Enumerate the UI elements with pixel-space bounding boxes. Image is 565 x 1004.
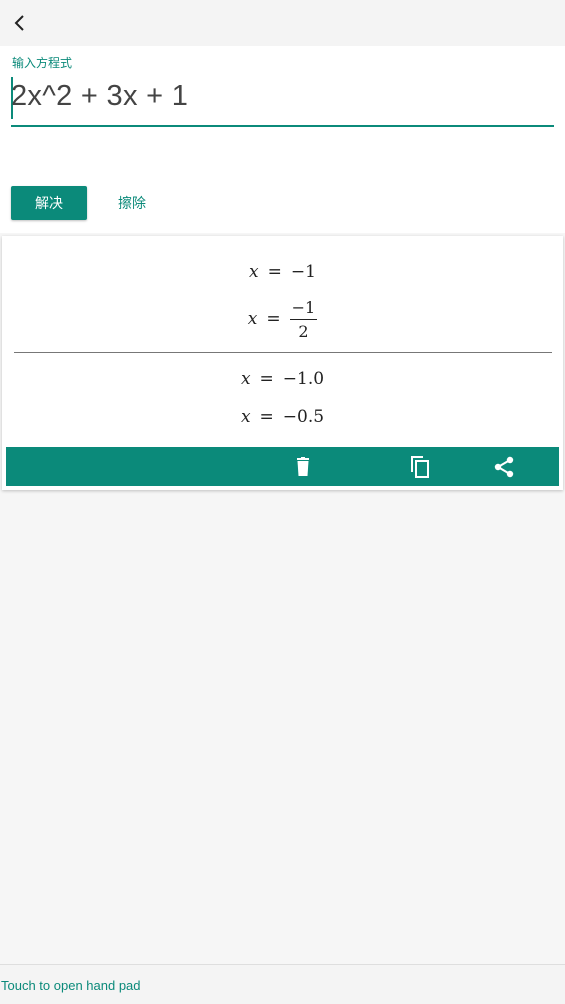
equals-sign: = <box>267 262 282 282</box>
equation-input-value[interactable]: 2x^2 + 3x + 1 <box>11 80 188 113</box>
decimal-solution-2: x = −0.5 <box>2 407 563 427</box>
equation-input-card: 输入方程式 2x^2 + 3x + 1 解决 擦除 <box>0 46 565 233</box>
solution-fraction: −1 2 <box>289 298 318 341</box>
solution-value: −1.0 <box>282 369 325 389</box>
equals-sign: = <box>266 309 281 329</box>
equals-sign: = <box>259 369 274 389</box>
delete-icon <box>297 457 309 476</box>
result-action-bar <box>6 447 559 486</box>
solution-variable: x <box>240 407 251 427</box>
copy-button[interactable] <box>406 453 434 481</box>
hand-pad-bar: Touch to open hand pad <box>0 964 565 1004</box>
equation-input-label: 输入方程式 <box>12 56 73 70</box>
solution-variable: x <box>249 262 259 282</box>
decimal-solution-1: x = −1.0 <box>2 369 563 389</box>
top-app-bar <box>0 0 565 46</box>
share-button[interactable] <box>490 453 518 481</box>
fraction-denominator: 2 <box>298 322 309 341</box>
exact-solution-1: x = −1 <box>2 262 563 282</box>
open-hand-pad-link[interactable]: Touch to open hand pad <box>1 978 141 993</box>
solver-screen: 输入方程式 2x^2 + 3x + 1 解决 擦除 x = −1 x = −1 2 x = −… <box>0 0 565 1004</box>
share-icon <box>494 456 514 478</box>
result-divider <box>14 352 552 353</box>
fraction-numerator: −1 <box>289 298 318 320</box>
delete-button[interactable] <box>289 453 317 481</box>
back-button[interactable] <box>6 9 34 37</box>
equals-sign: = <box>259 407 274 427</box>
solution-value: −0.5 <box>282 407 325 427</box>
solution-variable: x <box>240 369 251 389</box>
clear-button[interactable]: 擦除 <box>104 186 160 220</box>
result-card: x = −1 x = −1 2 x = −1.0 x = −0.5 <box>2 236 563 490</box>
equation-input[interactable]: 2x^2 + 3x + 1 <box>11 74 554 127</box>
solution-value: −1 <box>290 262 316 282</box>
exact-solution-2: x = −1 2 <box>2 298 563 341</box>
solution-variable: x <box>247 309 258 329</box>
back-arrow-icon <box>14 15 24 31</box>
copy-icon <box>411 456 429 478</box>
solve-button[interactable]: 解决 <box>11 186 87 220</box>
